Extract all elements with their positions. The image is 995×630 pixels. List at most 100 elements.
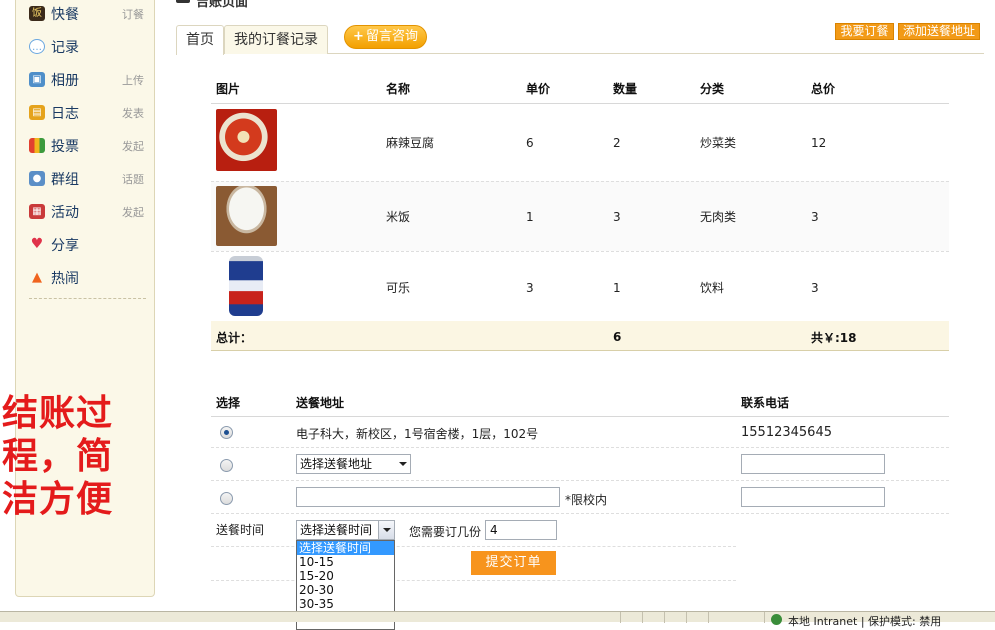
qty-field[interactable] (485, 520, 557, 540)
sidebar-item-toupiao[interactable]: 投票 发起 (29, 135, 144, 157)
campus-only-note: *限校内 (565, 493, 608, 507)
row-price: 3 (526, 281, 534, 295)
status-segment (764, 612, 765, 623)
section-title: 吉账页面 (196, 0, 249, 10)
row-total: 3 (811, 210, 819, 224)
dropdown-option[interactable]: 选择送餐时间 (297, 541, 394, 555)
sidebar-item-huodong[interactable]: ▦ 活动 发起 (29, 201, 144, 223)
address-radio-saved[interactable] (220, 426, 233, 439)
message-consult-button[interactable]: + 留言咨询 (344, 25, 427, 49)
sidebar-item-label: 分享 (51, 238, 79, 254)
status-segment (664, 612, 665, 623)
address-select[interactable]: 选择送餐地址 (296, 454, 411, 474)
notebook-icon: ▤ (29, 105, 45, 120)
col-header-select: 选择 (216, 396, 241, 410)
delivery-time-select[interactable]: 选择送餐时间 (296, 520, 395, 540)
mapo-tofu-photo (216, 109, 277, 171)
row-qty: 3 (613, 210, 621, 224)
rice-bowl-photo (216, 186, 277, 246)
phone-field-2[interactable] (741, 454, 885, 474)
tab-home[interactable]: 首页 (176, 25, 224, 55)
group-icon: ● (29, 171, 45, 186)
status-segment (708, 612, 709, 623)
row-name: 麻辣豆腐 (386, 136, 435, 150)
sidebar-item-rizhi[interactable]: ▤ 日志 发表 (29, 102, 144, 124)
zone-status-text: 本地 Intranet | 保护模式: 禁用 (788, 615, 942, 628)
dropdown-option[interactable]: 30-35 (297, 597, 394, 611)
sidebar-item-renao[interactable]: ▲ 热闹 (29, 267, 144, 289)
sidebar-item-action[interactable]: 发表 (122, 105, 144, 121)
saved-phone: 15512345645 (741, 425, 832, 440)
add-address-button[interactable]: 添加送餐地址 (898, 23, 980, 40)
order-food-button[interactable]: 我要订餐 (835, 23, 894, 40)
status-segment (620, 612, 621, 623)
qty-label: 您需要订几份 (409, 525, 482, 539)
sidebar-item-label: 相册 (51, 73, 79, 89)
sidebar-item-label: 热闹 (51, 271, 79, 287)
plus-icon: + (353, 29, 364, 44)
delivery-time-value: 选择送餐时间 (300, 523, 373, 537)
sidebar-item-action[interactable]: 订餐 (122, 6, 144, 22)
total-price: 共￥:18 (811, 331, 857, 345)
delivery-time-label: 送餐时间 (216, 523, 265, 537)
col-header-total: 总价 (811, 82, 836, 96)
address-select-value: 选择送餐地址 (300, 457, 373, 471)
promo-annotation: 结账过 程，简 洁方便 (2, 393, 114, 520)
col-header-phone: 联系电话 (741, 396, 790, 410)
sidebar-item-action[interactable]: 发起 (122, 138, 144, 154)
custom-address-field[interactable] (296, 487, 560, 507)
status-segment (642, 612, 643, 623)
browser-status-bar: 本地 Intranet | 保护模式: 禁用 (0, 611, 995, 628)
sidebar-item-action[interactable]: 上传 (122, 72, 144, 88)
chevron-down-icon[interactable] (378, 521, 394, 539)
sidebar-item-label: 快餐 (51, 7, 79, 23)
calendar-icon: ▦ (29, 204, 45, 219)
row-divider (211, 181, 949, 182)
sidebar-item-action[interactable]: 话题 (122, 171, 144, 187)
dropdown-option[interactable]: 20-30 (297, 583, 394, 597)
sidebar-item-action[interactable]: 发起 (122, 204, 144, 220)
sidebar-item-fenxiang[interactable]: ♥ 分享 (29, 234, 144, 256)
hearts-icon: ♥ (30, 236, 44, 252)
chevron-down-icon (399, 462, 407, 466)
row-name: 米饭 (386, 210, 411, 224)
sidebar-item-jilu[interactable]: … 记录 (29, 36, 144, 58)
utensils-icon: 饭 (29, 6, 45, 21)
sidebar-item-kuaican[interactable]: 饭 快餐 订餐 (29, 3, 144, 25)
col-header-price: 单价 (526, 82, 551, 96)
photo-album-icon: ▣ (29, 72, 45, 87)
row-divider (211, 480, 949, 481)
total-label: 总计： (216, 331, 253, 345)
address-radio-select[interactable] (220, 459, 233, 472)
table-header-line (211, 103, 949, 104)
row-total: 3 (811, 281, 819, 295)
address-radio-custom[interactable] (220, 492, 233, 505)
row-qty: 1 (613, 281, 621, 295)
row-divider (211, 513, 949, 514)
message-consult-label: 留言咨询 (365, 29, 418, 44)
col-header-category: 分类 (700, 82, 725, 96)
col-header-qty: 数量 (613, 82, 638, 96)
sidebar-item-label: 记录 (51, 40, 79, 56)
submit-order-button[interactable]: 提交订单 (471, 551, 556, 575)
sidebar-divider (29, 298, 146, 299)
row-divider (211, 580, 736, 581)
section-icon (176, 0, 190, 3)
sidebar-item-xiangce[interactable]: ▣ 相册 上传 (29, 69, 144, 91)
row-price: 1 (526, 210, 534, 224)
tab-my-orders[interactable]: 我的订餐记录 (224, 25, 328, 54)
col-header-address: 送餐地址 (296, 396, 345, 410)
row-name: 可乐 (386, 281, 411, 295)
sidebar-item-label: 日志 (51, 106, 79, 122)
dropdown-option[interactable]: 10-15 (297, 555, 394, 569)
bar-chart-icon (29, 138, 45, 153)
row-divider (211, 251, 949, 252)
table-row-bg (211, 181, 949, 251)
row-qty: 2 (613, 136, 621, 150)
chat-bubble-icon: … (29, 39, 45, 54)
row-total: 12 (811, 136, 827, 150)
dropdown-option[interactable]: 15-20 (297, 569, 394, 583)
address-header-line (211, 416, 949, 417)
sidebar-item-qunzu[interactable]: ● 群组 话题 (29, 168, 144, 190)
phone-field-3[interactable] (741, 487, 885, 507)
